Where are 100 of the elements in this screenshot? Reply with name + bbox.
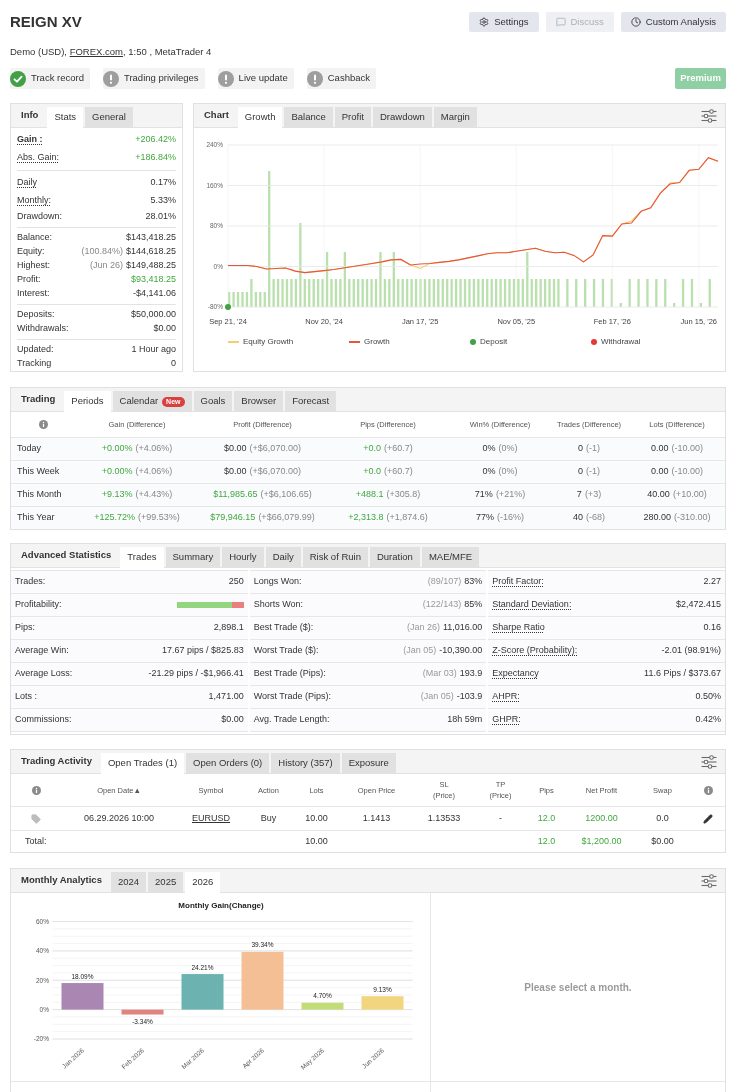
period-difference: (+10.00) (672, 488, 707, 502)
period-difference: (-68) (586, 511, 605, 525)
stat-note: (Jan 05) (420, 690, 454, 704)
stat-label: Equity: (17, 245, 45, 259)
stat-label: Withdrawals: (17, 322, 69, 336)
stat-value: $0.00 (221, 713, 244, 727)
period-value: +0.0 (363, 442, 381, 456)
account-title: REIGN XV (10, 12, 82, 32)
stat-label: Pips: (15, 621, 35, 635)
stat-value: 1 Hour ago (131, 343, 176, 357)
stat-value: -103.9 (456, 690, 483, 704)
trade-value: 10.00 (305, 811, 328, 825)
stat-value: 17.67 pips / $825.83 (162, 644, 244, 658)
period-value: 0 (578, 442, 583, 456)
stat-note: (Jun 26) (89, 259, 123, 273)
period-value: +488.1 (355, 488, 384, 502)
stat-label: Profit Factor: (492, 575, 544, 589)
period-value: 0% (482, 442, 496, 456)
period-difference: (+1,874.6) (386, 511, 428, 525)
panel-title: Trading Activity (21, 754, 92, 769)
period-value: 0.00 (650, 442, 669, 456)
trade-value: 1200.00 (585, 811, 618, 825)
stat-label: Avg. Trade Length: (253, 713, 330, 727)
period-value: 0 (578, 465, 583, 479)
stat-label: Average Win: (15, 644, 69, 658)
stat-value: 85% (464, 598, 483, 612)
trade-value: - (499, 811, 502, 825)
total-value: 10.00 (305, 834, 328, 848)
stat-value: 250 (228, 575, 244, 589)
period-difference: (+4.43%) (135, 488, 173, 502)
badge-label: Cashback (327, 71, 370, 86)
panel-title: Chart (204, 108, 229, 123)
stat-value: 5.33% (150, 194, 176, 208)
period-value: 0.00 (650, 465, 669, 479)
badge-label: Live update (238, 71, 288, 86)
stat-label: Worst Trade ($): (253, 644, 319, 658)
period-difference: (-16%) (497, 511, 524, 525)
period-value: 0% (482, 465, 496, 479)
period-difference: (-310.00) (674, 511, 711, 525)
period-difference: (-10.00) (671, 465, 703, 479)
stat-value: $143,418.25 (125, 231, 176, 245)
period-difference: (+305.8) (386, 488, 421, 502)
row-label: This Week (16, 465, 61, 479)
trade-value: 1.1413 (362, 811, 391, 825)
stat-value: $144,618.25 (125, 245, 176, 259)
stat-label: Lots : (15, 690, 37, 704)
stat-note: (100.84%) (81, 245, 123, 259)
total-label: Total: (24, 834, 48, 848)
period-value: 7 (576, 488, 582, 502)
period-difference: (+3) (584, 488, 602, 502)
stat-value: $149,488.25 (125, 259, 176, 273)
stat-note: (Jan 26) (406, 621, 440, 635)
legend-label: Growth (364, 336, 390, 348)
stat-label: Expectancy (492, 667, 539, 681)
stat-label: Worst Trade (Pips): (253, 690, 331, 704)
period-difference: (+$6,106.65) (260, 488, 312, 502)
stat-label: Abs. Gain: (17, 151, 60, 165)
stat-label: Commissions: (15, 713, 72, 727)
total-value: 12.0 (537, 834, 556, 848)
stat-label: Interest: (17, 287, 50, 301)
stat-label: Balance: (17, 231, 53, 245)
stat-label: Gain : (17, 133, 43, 147)
period-value: 71% (474, 488, 493, 502)
stat-value: 0 (171, 357, 176, 371)
period-difference: (+$6,070.00) (249, 465, 301, 479)
period-value: 40.00 (647, 488, 670, 502)
stat-value: 11,016.00 (442, 621, 483, 635)
period-value: 77% (476, 511, 494, 525)
trade-value: 06.29.2026 10:00 (83, 811, 155, 825)
stat-label: Trades: (15, 575, 46, 589)
empty-state-message: Please select a month. (524, 980, 632, 995)
stat-label: GHPR: (492, 713, 521, 727)
stat-label: Best Trade ($): (253, 621, 314, 635)
period-value: $79,946.15 (210, 511, 256, 525)
period-value: $0.00 (224, 442, 247, 456)
panel-title: Advanced Statistics (21, 548, 112, 563)
stat-value: $93,418.25 (130, 273, 176, 287)
panel-title: Monthly Analytics (21, 873, 102, 888)
stat-label: Profit: (17, 273, 41, 287)
period-difference: (+21%) (495, 488, 526, 502)
stat-label: Sharpe Ratio (492, 621, 545, 635)
badge-label: Trading privileges (123, 71, 199, 86)
stat-value: 2.27 (703, 575, 721, 589)
stat-label: Updated: (17, 343, 54, 357)
stat-value: $0.00 (153, 322, 176, 336)
stat-label: Monthly: (17, 194, 51, 208)
stat-note: (Mar 03) (422, 667, 457, 681)
period-value: $0.00 (224, 465, 247, 479)
stat-value: 2,898.1 (213, 621, 244, 635)
account-details: Demo (USD), FOREX.com, 1:50 , MetaTrader 4 (10, 46, 212, 58)
period-difference: (+60.7) (384, 442, 413, 456)
stat-value: $2,472.415 (675, 598, 721, 612)
period-difference: (-1) (586, 465, 600, 479)
period-difference: (-10.00) (671, 442, 703, 456)
period-value: +0.00% (101, 442, 133, 456)
badge-label: Track record (31, 71, 84, 86)
stat-note: (122/143) (422, 598, 462, 612)
stat-label: Daily (17, 176, 37, 190)
stat-note: (89/107) (427, 575, 462, 589)
period-difference: (+$66,079.99) (258, 511, 315, 525)
